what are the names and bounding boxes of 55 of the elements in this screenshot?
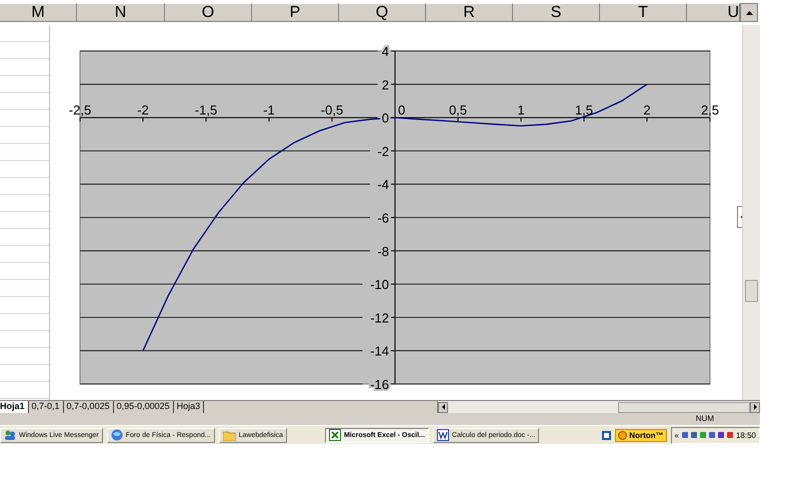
y-tick-label: -2	[376, 144, 389, 159]
column-header[interactable]: N	[77, 3, 165, 22]
scroll-thumb[interactable]	[744, 280, 758, 302]
sheet-tab[interactable]: Hoja3	[174, 401, 204, 413]
y-tick-label: -6	[376, 210, 389, 226]
right-arrow-icon	[754, 404, 756, 410]
sheet-tab[interactable]: 0,95-0,00025	[114, 401, 174, 413]
folder-icon	[222, 430, 236, 440]
column-header[interactable]: S	[513, 3, 600, 22]
up-arrow-icon	[746, 10, 752, 14]
x-tick-label: 2	[642, 102, 650, 118]
x-tick-label: 1	[516, 102, 524, 118]
x-tick-label: -1	[262, 102, 274, 118]
x-tick-label: -1,5	[194, 102, 217, 118]
y-tick-label: -16	[370, 377, 389, 392]
sheet-tab[interactable]: Hoja1	[0, 401, 29, 413]
scroll-up-button[interactable]	[740, 3, 758, 22]
x-tick-label: 1,5	[574, 102, 593, 118]
y-tick-label: -14	[370, 344, 389, 359]
column-header[interactable]: Q	[339, 3, 426, 22]
spreadsheet-cells[interactable]	[0, 25, 50, 400]
document-icon	[436, 429, 449, 441]
people-icon	[4, 429, 16, 441]
y-tick-label: -8	[376, 244, 389, 259]
x-tick-label: 2,5	[700, 102, 719, 118]
column-header[interactable]: T	[600, 3, 687, 22]
x-tick-label: 0	[398, 102, 405, 118]
column-header[interactable]: P	[252, 3, 339, 22]
x-tick-label: -0,5	[320, 102, 343, 118]
vertical-scrollbar[interactable]	[742, 25, 760, 400]
norton-button[interactable]: Norton™	[615, 428, 667, 442]
y-tick-label: 2	[381, 77, 389, 92]
show-hidden-icons-button[interactable]: «	[674, 430, 679, 440]
column-header[interactable]: O	[165, 3, 252, 22]
y-tick-label: -10	[370, 277, 389, 292]
globe-icon	[110, 429, 123, 441]
column-header[interactable]: R	[426, 3, 513, 22]
y-tick-label: 4	[381, 44, 389, 59]
x-tick-label: -2,5	[68, 102, 91, 118]
num-lock-indicator: NUM	[696, 413, 714, 425]
y-tick-label: -4	[376, 177, 389, 192]
scroll-thumb[interactable]	[618, 402, 750, 412]
scroll-left-button[interactable]	[438, 402, 448, 412]
sheet-tab[interactable]: 0,7-0,0025	[64, 401, 114, 413]
column-header[interactable]: M	[0, 3, 77, 22]
sheet-tab[interactable]: 0,7-0,1	[28, 401, 64, 413]
y-tick-label: -12	[370, 310, 389, 326]
x-tick-label: 0,5	[448, 102, 467, 118]
spreadsheet-icon	[328, 429, 341, 441]
clock: 18:50	[736, 430, 756, 440]
x-tick-label: -2	[136, 102, 148, 118]
column-header[interactable]: U	[687, 3, 740, 22]
scroll-right-button[interactable]	[750, 402, 760, 412]
left-arrow-icon	[442, 404, 444, 410]
horizontal-scrollbar[interactable]	[437, 401, 760, 413]
